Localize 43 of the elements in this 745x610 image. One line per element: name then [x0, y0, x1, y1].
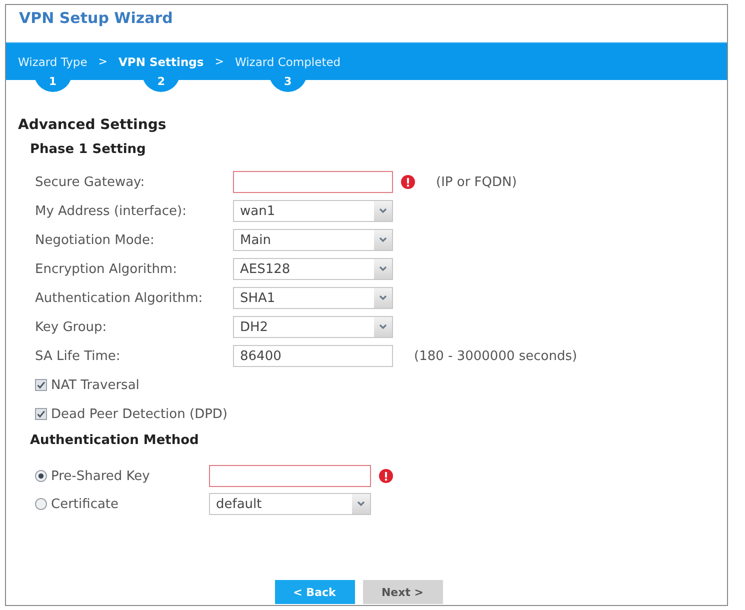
step-separator: >	[98, 54, 108, 70]
chevron-down-icon	[374, 259, 392, 279]
step-label: Wizard Completed	[234, 54, 341, 70]
section-heading: Advanced Settings	[18, 116, 166, 135]
dropdown[interactable]: AES128	[233, 258, 393, 280]
step-separator: >	[214, 54, 224, 70]
checkbox[interactable]	[35, 408, 47, 420]
text-field[interactable]	[209, 465, 371, 487]
chevron-down-icon	[352, 494, 370, 514]
field-label: Negotiation Mode:	[35, 232, 156, 248]
dropdown[interactable]: DH2	[233, 316, 393, 338]
field-label: Secure Gateway:	[35, 174, 146, 190]
field-label: Authentication Algorithm:	[35, 290, 204, 306]
subsection-heading: Authentication Method	[30, 432, 199, 450]
text-field[interactable]: 86400	[233, 345, 393, 367]
field-label: SA Life Time:	[35, 348, 122, 364]
chevron-down-icon	[374, 230, 392, 250]
dropdown[interactable]: wan1	[233, 200, 393, 222]
dropdown[interactable]: Main	[233, 229, 393, 251]
field-hint: (IP or FQDN)	[436, 174, 517, 190]
chevron-down-icon	[374, 288, 392, 308]
checkbox[interactable]	[35, 379, 47, 391]
error-icon	[401, 175, 415, 189]
chevron-down-icon	[374, 201, 392, 221]
window-title: VPN Setup Wizard	[19, 9, 173, 27]
checkbox-label: Dead Peer Detection (DPD)	[51, 406, 228, 422]
checkbox-label: NAT Traversal	[51, 378, 140, 392]
dropdown[interactable]: SHA1	[233, 287, 393, 309]
step-label: Wizard Type	[18, 54, 88, 70]
error-icon	[379, 469, 393, 483]
field-label: Encryption Algorithm:	[35, 262, 178, 276]
chevron-down-icon	[374, 317, 392, 337]
radio-button[interactable]	[35, 470, 47, 482]
subsection-heading: Phase 1 Setting	[30, 141, 146, 159]
field-hint: (180 - 3000000 seconds)	[414, 348, 578, 364]
radio-label: Certificate	[51, 496, 119, 512]
radio-label: Pre-Shared Key	[51, 468, 150, 484]
radio-button[interactable]	[35, 498, 47, 510]
text-field[interactable]	[233, 171, 393, 193]
field-label: My Address (interface):	[35, 204, 188, 218]
step-label: VPN Settings	[118, 54, 204, 70]
field-label: Key Group:	[35, 320, 108, 334]
dropdown[interactable]: default	[209, 493, 371, 515]
